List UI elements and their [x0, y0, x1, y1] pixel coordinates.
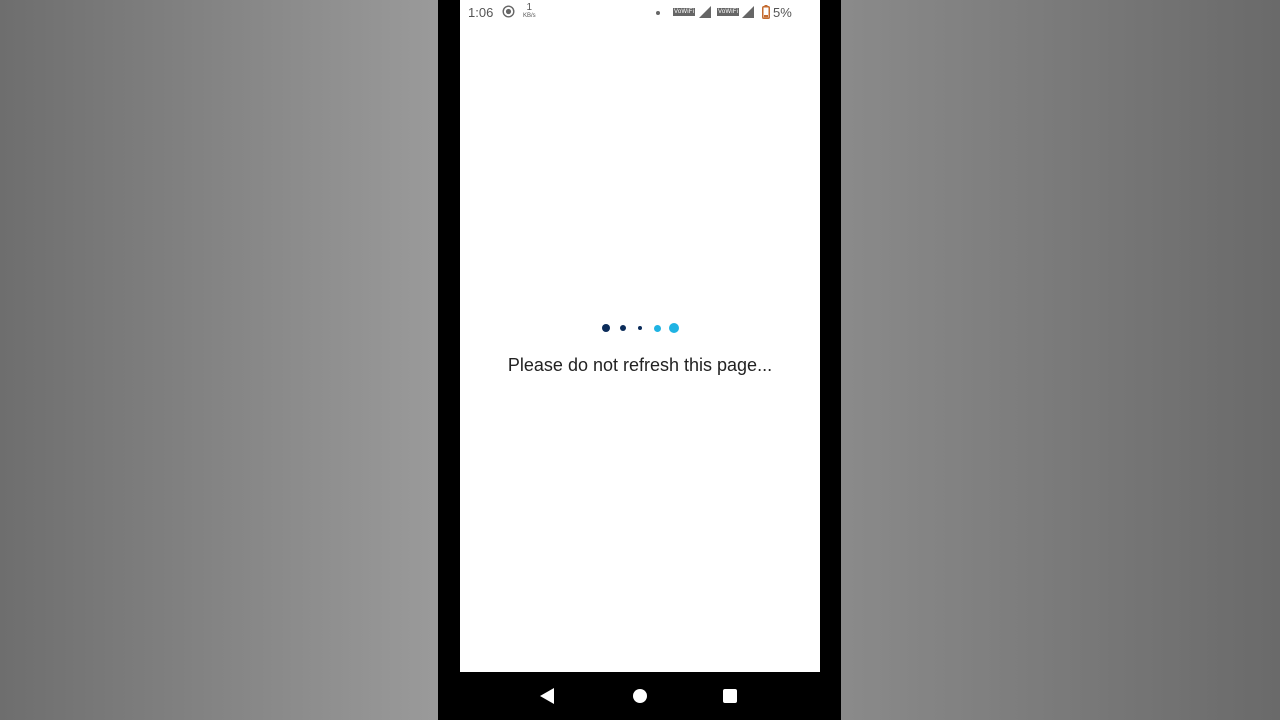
network-speed: 1 KB/s: [523, 2, 536, 20]
network-speed-value: 1: [526, 2, 533, 13]
home-icon[interactable]: [633, 689, 647, 703]
network-speed-unit: KB/s: [523, 13, 536, 19]
signal-icon: [742, 6, 754, 21]
loader-dot: [669, 323, 679, 333]
status-bar: 1:06 1 KB/s VoWiFi VoWiFi 5%: [460, 0, 820, 26]
signal-icon: [699, 6, 711, 21]
back-icon[interactable]: [540, 688, 554, 709]
app-screen: 1:06 1 KB/s VoWiFi VoWiFi 5% Please do n…: [460, 0, 820, 672]
loading-message: Please do not refresh this page...: [507, 355, 773, 375]
navigation-bar: [438, 672, 841, 720]
battery-percent: 5%: [773, 5, 792, 20]
recents-icon[interactable]: [723, 689, 737, 703]
loader-dot: [602, 324, 610, 332]
volte-icon: VoWiFi: [717, 8, 740, 16]
loader-dot: [653, 324, 661, 332]
screen-record-icon: [502, 5, 515, 18]
loading-indicator: [460, 322, 820, 334]
loader-dot: [620, 325, 626, 331]
volte-icon: VoWiFi: [673, 8, 696, 16]
battery-icon: [762, 5, 770, 22]
notification-dot-icon: [656, 11, 660, 15]
loader-dot: [638, 326, 642, 330]
status-time: 1:06: [468, 5, 494, 20]
phone-frame: 1:06 1 KB/s VoWiFi VoWiFi 5% Please do n…: [438, 0, 841, 720]
